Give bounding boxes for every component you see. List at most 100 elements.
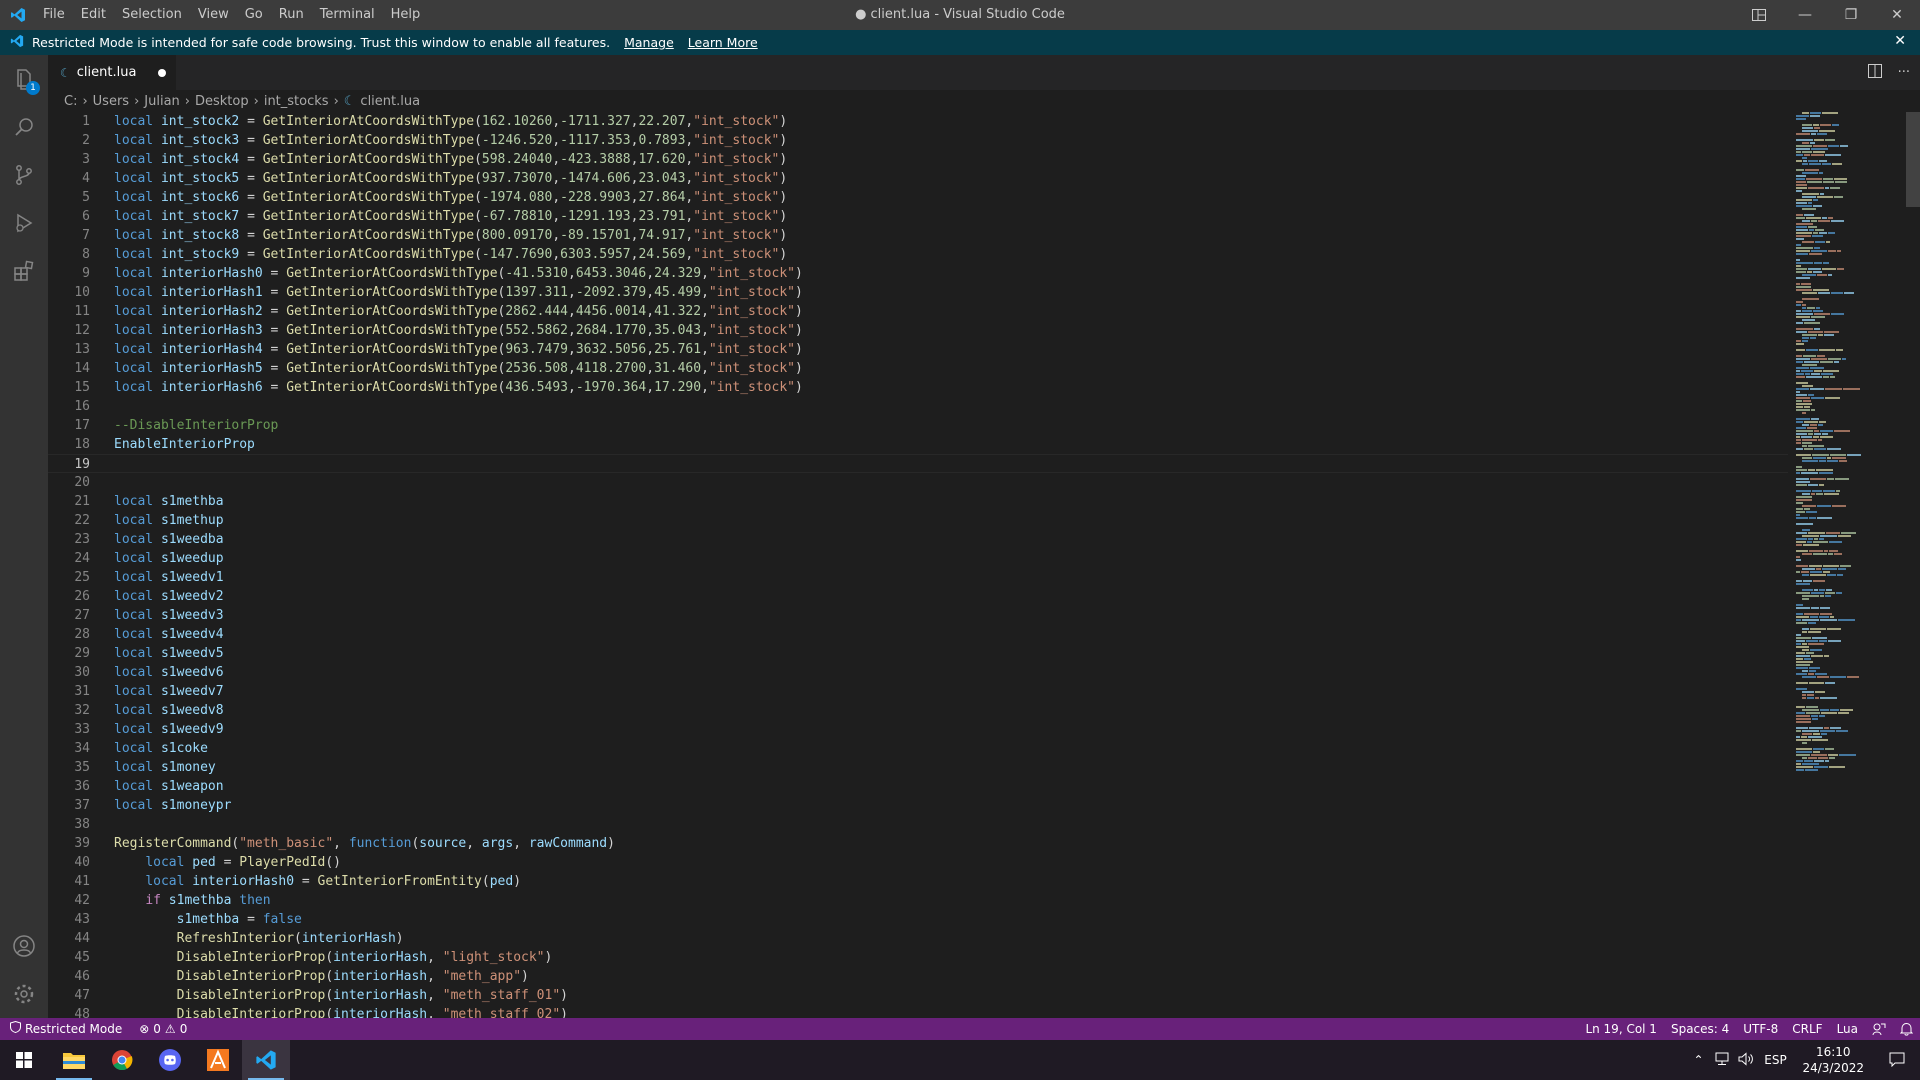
breadcrumb-item[interactable]: Users [93,94,129,109]
code-line[interactable]: 19 [48,454,1788,473]
more-actions-icon[interactable]: ··· [1898,65,1910,80]
code-line[interactable]: 38 [48,815,1788,834]
code-line[interactable]: 1 local int_stock2 = GetInteriorAtCoordsW… [48,112,1788,131]
code-line[interactable]: 26 local s1weedv2 [48,587,1788,606]
cursor-position[interactable]: Ln 19, Col 1 [1578,1018,1664,1040]
menu-terminal[interactable]: Terminal [312,0,383,30]
code-line[interactable]: 32 local s1weedv8 [48,701,1788,720]
input-language[interactable]: ESP [1758,1053,1792,1067]
menu-help[interactable]: Help [383,0,429,30]
code-line[interactable]: 31 local s1weedv7 [48,682,1788,701]
code-line[interactable]: 16 [48,397,1788,416]
chevron-up-icon[interactable]: ⌃ [1686,1053,1710,1067]
code-line[interactable]: 14 local interiorHash5 = GetInteriorAtCoo… [48,359,1788,378]
restricted-mode-status[interactable]: Restricted Mode [0,1018,133,1040]
customize-layout-icon[interactable] [1736,0,1782,30]
vertical-scrollbar[interactable] [1906,112,1920,1018]
indentation[interactable]: Spaces: 4 [1664,1018,1736,1040]
code-line[interactable]: 12 local interiorHash3 = GetInteriorAtCoo… [48,321,1788,340]
code-line[interactable]: 27 local s1weedv3 [48,606,1788,625]
split-editor-icon[interactable] [1867,63,1882,82]
scrollbar-thumb[interactable] [1906,112,1920,207]
encoding[interactable]: UTF-8 [1736,1018,1785,1040]
search-icon[interactable] [0,103,48,151]
code-line[interactable]: 15 local interiorHash6 = GetInteriorAtCoo… [48,378,1788,397]
code-line[interactable]: 10 local interiorHash1 = GetInteriorAtCoo… [48,283,1788,302]
explorer-icon[interactable]: 1 [0,55,48,103]
problems-status[interactable]: ⊗ 0 ⚠ 0 [132,1018,194,1040]
code-line[interactable]: 3 local int_stock4 = GetInteriorAtCoordsW… [48,150,1788,169]
code-line[interactable]: 8 local int_stock9 = GetInteriorAtCoordsW… [48,245,1788,264]
language-mode[interactable]: Lua [1830,1018,1865,1040]
run-debug-icon[interactable] [0,199,48,247]
minimize-button[interactable]: — [1782,0,1828,30]
menu-selection[interactable]: Selection [114,0,190,30]
code-line[interactable]: 6 local int_stock7 = GetInteriorAtCoordsW… [48,207,1788,226]
learn-more-link[interactable]: Learn More [688,35,758,50]
code-line[interactable]: 43 s1methba = false [48,910,1788,929]
breadcrumb-item[interactable]: Desktop [195,94,249,109]
code-line[interactable]: 5 local int_stock6 = GetInteriorAtCoordsW… [48,188,1788,207]
tab-client-lua[interactable]: ☾ client.lua [48,55,176,90]
minimap[interactable] [1794,112,1894,1018]
windows-start-icon[interactable] [0,1040,48,1080]
code-line[interactable]: 9 local interiorHash0 = GetInteriorAtCoor… [48,264,1788,283]
code-line[interactable]: 17 --DisableInteriorProp [48,416,1788,435]
code-line[interactable]: 13 local interiorHash4 = GetInteriorAtCoo… [48,340,1788,359]
code-line[interactable]: 33 local s1weedv9 [48,720,1788,739]
close-banner-icon[interactable]: ✕ [1894,33,1906,49]
close-window-button[interactable]: ✕ [1874,0,1920,30]
code-line[interactable]: 4 local int_stock5 = GetInteriorAtCoordsW… [48,169,1788,188]
code-line[interactable]: 42 if s1methba then [48,891,1788,910]
menu-run[interactable]: Run [271,0,312,30]
menu-edit[interactable]: Edit [73,0,114,30]
code-editor[interactable]: 1 local int_stock2 = GetInteriorAtCoordsW… [48,112,1788,1018]
network-icon[interactable] [1710,1052,1734,1069]
code-line[interactable]: 28 local s1weedv4 [48,625,1788,644]
code-line[interactable]: 2 local int_stock3 = GetInteriorAtCoordsW… [48,131,1788,150]
code-line[interactable]: 35 local s1money [48,758,1788,777]
code-line[interactable]: 29 local s1weedv5 [48,644,1788,663]
breadcrumb-item[interactable]: C: [64,94,77,109]
notification-center-icon[interactable] [1874,1051,1920,1070]
menu-go[interactable]: Go [237,0,271,30]
code-line[interactable]: 40 local ped = PlayerPedId() [48,853,1788,872]
code-line[interactable]: 24 local s1weedup [48,549,1788,568]
menu-view[interactable]: View [190,0,237,30]
code-line[interactable]: 30 local s1weedv6 [48,663,1788,682]
breadcrumb-item[interactable]: client.lua [360,94,420,109]
unsaved-dot-icon[interactable] [158,68,166,77]
code-line[interactable]: 18 EnableInteriorProp [48,435,1788,454]
manage-link[interactable]: Manage [624,35,674,50]
code-line[interactable]: 25 local s1weedv1 [48,568,1788,587]
code-line[interactable]: 47 DisableInteriorProp(interiorHash, "me… [48,986,1788,1005]
code-line[interactable]: 11 local interiorHash2 = GetInteriorAtCoo… [48,302,1788,321]
breadcrumb-item[interactable]: Julian [144,94,180,109]
notifications-bell-icon[interactable] [1893,1018,1920,1040]
code-line[interactable]: 39 RegisterCommand("meth_basic", function… [48,834,1788,853]
vscode-taskbar-icon[interactable] [242,1040,290,1080]
code-line[interactable]: 21 local s1methba [48,492,1788,511]
accounts-icon[interactable] [0,922,48,970]
breadcrumb-item[interactable]: int_stocks [264,94,329,109]
source-control-icon[interactable] [0,151,48,199]
code-line[interactable]: 7 local int_stock8 = GetInteriorAtCoordsW… [48,226,1788,245]
code-line[interactable]: 37 local s1moneypr [48,796,1788,815]
extensions-icon[interactable] [0,247,48,295]
discord-icon[interactable] [146,1040,194,1080]
code-line[interactable]: 22 local s1methup [48,511,1788,530]
code-line[interactable]: 48 DisableInteriorProp(interiorHash, "me… [48,1005,1788,1018]
volume-icon[interactable] [1734,1051,1758,1069]
code-line[interactable]: 34 local s1coke [48,739,1788,758]
code-line[interactable]: 41 local interiorHash0 = GetInteriorFrom… [48,872,1788,891]
settings-gear-icon[interactable] [0,970,48,1018]
code-line[interactable]: 23 local s1weedba [48,530,1788,549]
feedback-icon[interactable] [1865,1018,1893,1040]
code-line[interactable]: 36 local s1weapon [48,777,1788,796]
clock[interactable]: 16:10 24/3/2022 [1792,1044,1874,1076]
file-explorer-icon[interactable] [50,1040,98,1080]
code-line[interactable]: 44 RefreshInterior(interiorHash) [48,929,1788,948]
app-orange-icon[interactable] [194,1040,242,1080]
code-line[interactable]: 46 DisableInteriorProp(interiorHash, "me… [48,967,1788,986]
code-line[interactable]: 45 DisableInteriorProp(interiorHash, "li… [48,948,1788,967]
